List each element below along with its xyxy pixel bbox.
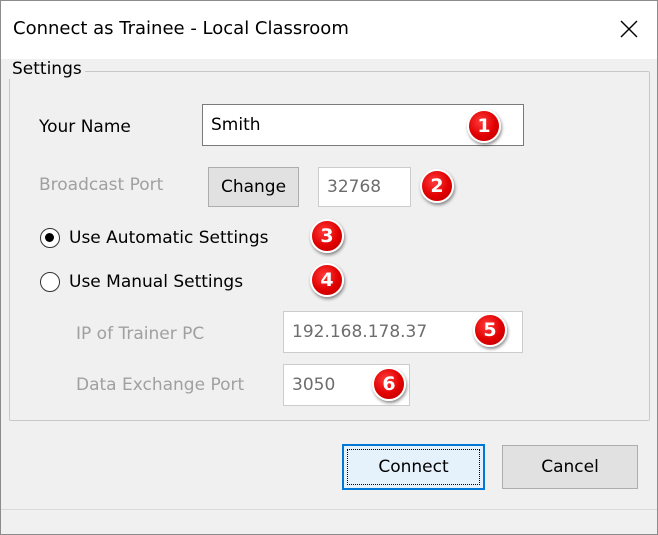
window-title: Connect as Trainee - Local Classroom — [13, 18, 349, 39]
callout-badge-2: 2 — [420, 169, 454, 203]
radio-selected-dot — [45, 233, 54, 242]
connect-button[interactable]: Connect — [342, 444, 485, 490]
callout-badge-3: 3 — [310, 219, 344, 253]
change-button-label: Change — [220, 177, 287, 197]
change-port-button[interactable]: Change — [208, 167, 299, 207]
connect-dialog: Connect as Trainee - Local Classroom Set… — [0, 0, 658, 535]
manual-settings-label[interactable]: Use Manual Settings — [69, 272, 243, 292]
your-name-value: Smith — [211, 115, 261, 135]
close-button[interactable] — [611, 11, 647, 47]
callout-badge-1: 1 — [467, 109, 501, 143]
settings-legend: Settings — [9, 59, 85, 79]
callout-badge-6: 6 — [372, 367, 406, 401]
close-icon — [620, 20, 638, 38]
trainer-ip-label: IP of Trainer PC — [76, 324, 205, 344]
your-name-label: Your Name — [39, 117, 131, 137]
broadcast-port-value: 32768 — [327, 177, 382, 197]
broadcast-port-label: Broadcast Port — [39, 175, 164, 195]
callout-badge-4: 4 — [310, 263, 344, 297]
automatic-settings-radio[interactable] — [40, 228, 60, 248]
cancel-button-label: Cancel — [541, 457, 599, 477]
bottom-separator — [1, 509, 657, 510]
data-port-value: 3050 — [292, 375, 336, 395]
automatic-settings-label[interactable]: Use Automatic Settings — [69, 228, 268, 248]
broadcast-port-input[interactable]: 32768 — [318, 167, 411, 207]
callout-badge-5: 5 — [473, 313, 507, 347]
cancel-button[interactable]: Cancel — [502, 445, 638, 489]
manual-settings-radio[interactable] — [40, 272, 60, 292]
data-port-label: Data Exchange Port — [76, 375, 245, 395]
trainer-ip-value: 192.168.178.37 — [292, 322, 428, 342]
focus-rectangle — [347, 449, 480, 485]
title-bar: Connect as Trainee - Local Classroom — [1, 1, 657, 59]
